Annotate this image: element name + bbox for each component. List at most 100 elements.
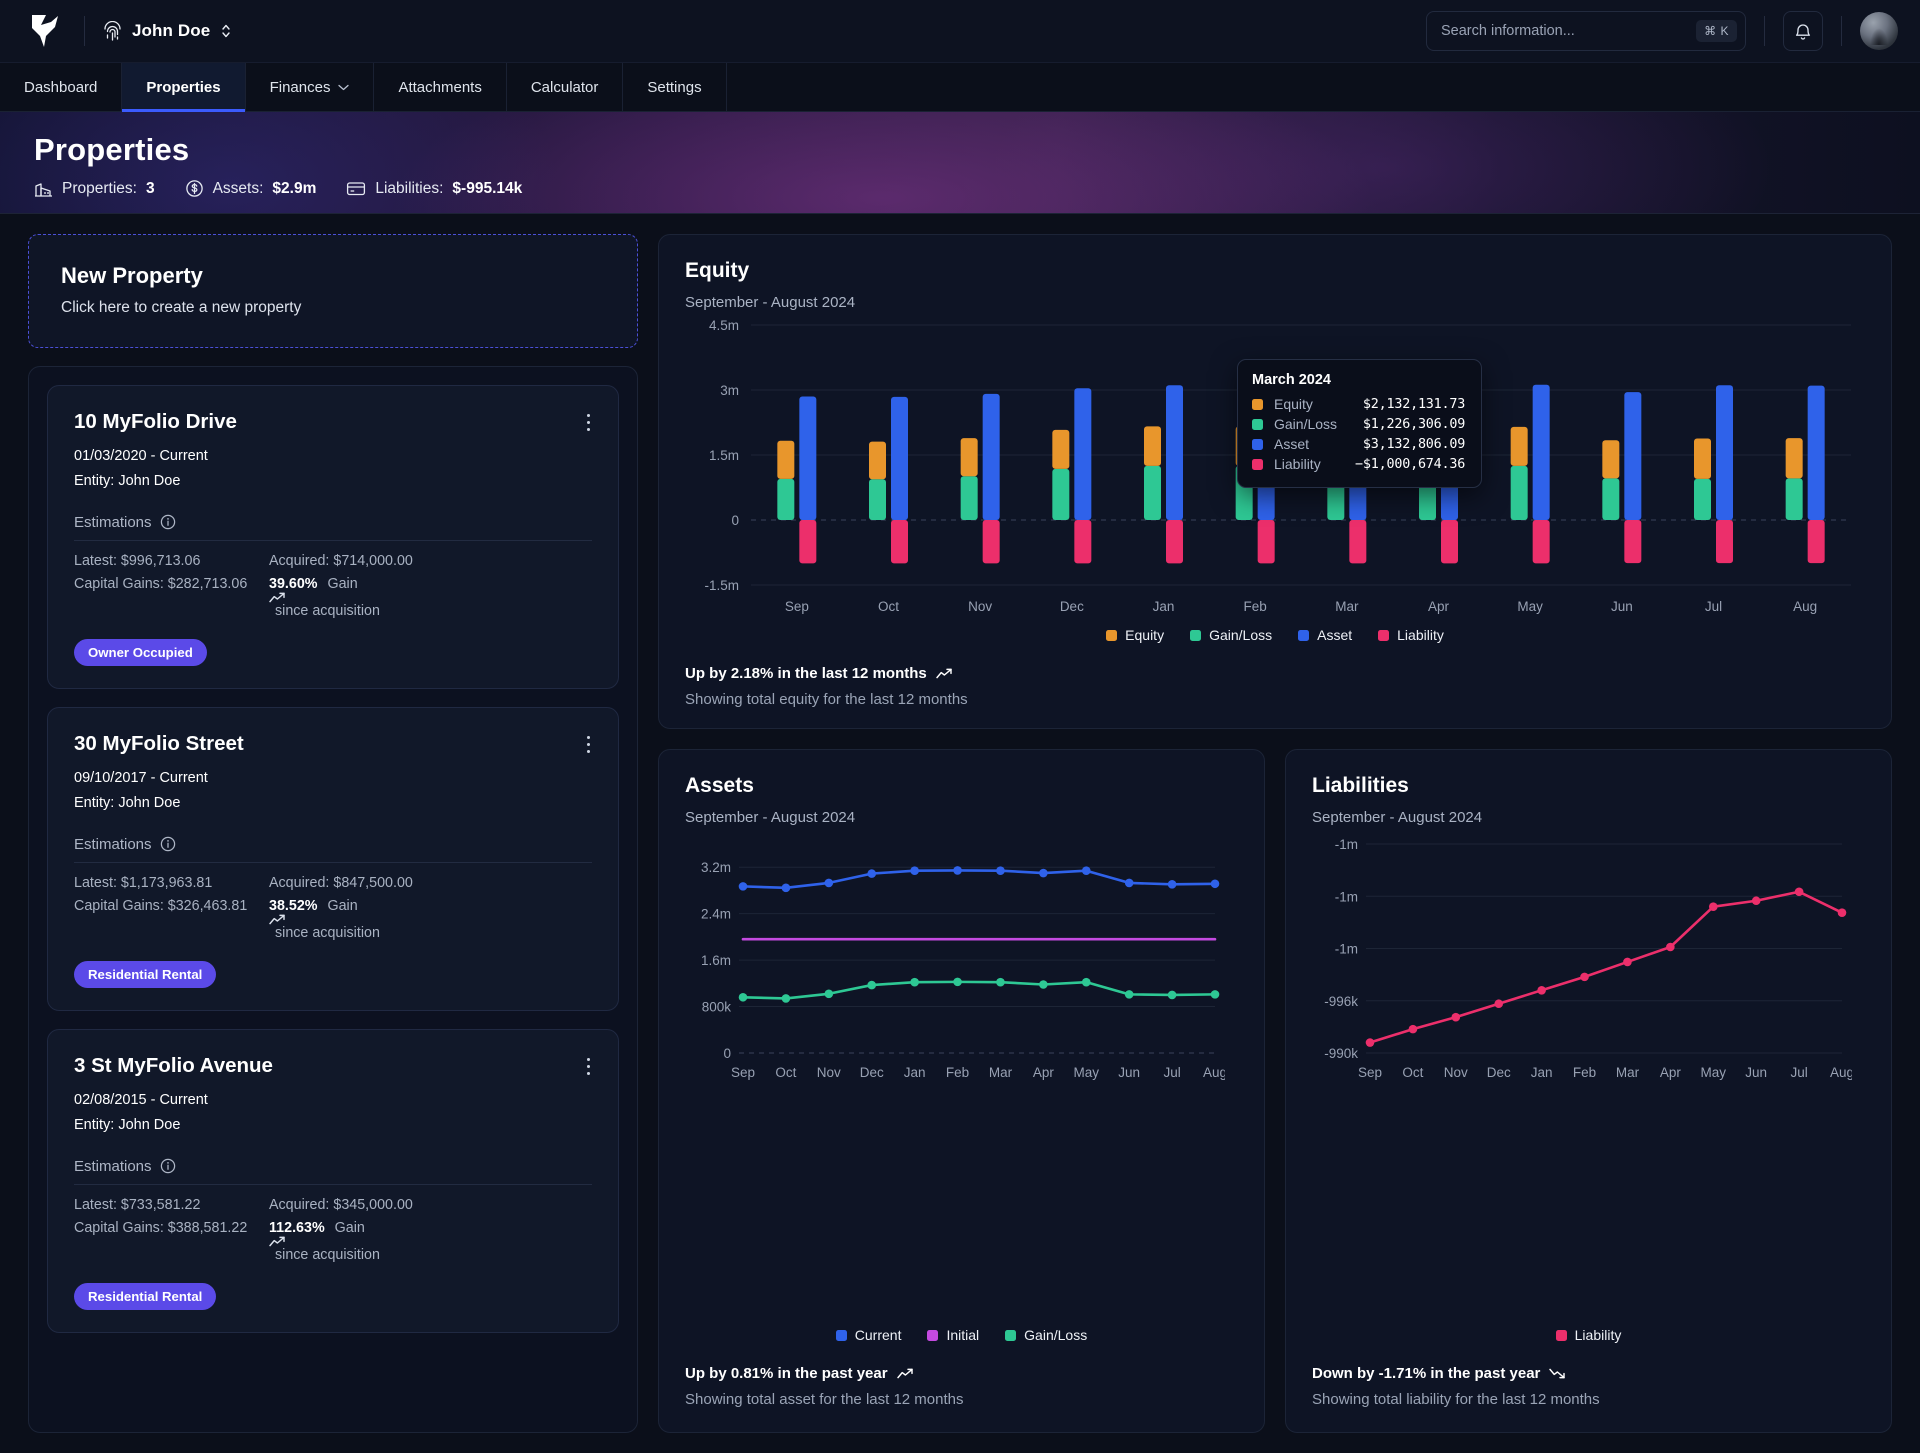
avatar[interactable] — [1860, 12, 1898, 50]
tab-attachments[interactable]: Attachments — [374, 63, 507, 111]
svg-text:Sep: Sep — [731, 1065, 755, 1080]
equity-footer-text: Up by 2.18% in the last 12 months — [685, 665, 927, 682]
property-meta: 02/08/2015 - Current Entity: John Doe — [74, 1088, 592, 1138]
tab-dashboard[interactable]: Dashboard — [0, 63, 123, 111]
liabilities-line-chart[interactable]: -990k -996k -1m -1m -1m Sep Oct Nov Dec Jan Feb Mar… — [1312, 832, 1852, 1087]
tab-calculator[interactable]: Calculator — [507, 63, 624, 111]
status-badge: Owner Occupied — [74, 638, 207, 666]
new-property-card[interactable]: New Property Click here to create a new … — [28, 234, 638, 348]
gain-word: Gain — [334, 1219, 365, 1236]
svg-text:-996k: -996k — [1324, 994, 1358, 1009]
tab-label: Calculator — [530, 78, 599, 96]
estimations-grid: Latest: $996,713.06 Acquired: $714,000.0… — [74, 553, 592, 619]
liabilities-card: Liabilities September - August 2024 -990… — [1285, 749, 1892, 1433]
legend-item-gainloss[interactable]: Gain/Loss — [1005, 1327, 1087, 1343]
svg-text:Jul: Jul — [1705, 599, 1722, 614]
svg-text:Sep: Sep — [1358, 1065, 1382, 1080]
legend-swatch-asset — [1298, 629, 1310, 641]
trend-down-icon — [1549, 1368, 1566, 1379]
tab-label: Attachments — [398, 78, 482, 96]
property-menu-button[interactable] — [581, 1054, 596, 1079]
svg-text:Mar: Mar — [989, 1065, 1013, 1080]
info-icon[interactable] — [160, 514, 176, 530]
tab-label: Settings — [647, 78, 702, 96]
tab-properties[interactable]: Properties — [122, 63, 246, 112]
gain-percent: 39.60% — [269, 575, 318, 592]
bell-icon — [1794, 22, 1812, 41]
divider — [1764, 16, 1765, 46]
tab-settings[interactable]: Settings — [623, 63, 727, 111]
assets-line-chart[interactable]: 0 800k 1.6m 2.4m 3.2m Sep Oct Nov Dec Jan Feb Mar Ap… — [685, 832, 1225, 1087]
stat-value: 3 — [145, 179, 155, 197]
gain-word: Gain — [327, 575, 358, 592]
stat-value: $-995.14k — [452, 179, 523, 197]
legend-item-equity[interactable]: Equity — [1106, 627, 1164, 643]
trend-up-icon — [269, 914, 592, 925]
fingerprint-icon — [103, 20, 122, 42]
svg-text:Dec: Dec — [1060, 599, 1084, 614]
acquired-value: Acquired: $847,500.00 — [269, 874, 413, 891]
legend-item-asset[interactable]: Asset — [1298, 627, 1352, 643]
search-input[interactable] — [1441, 23, 1697, 39]
property-period: 02/08/2015 - Current — [74, 1091, 208, 1108]
svg-text:Jul: Jul — [1163, 1065, 1180, 1080]
property-name: 3 St MyFolio Avenue — [74, 1053, 273, 1077]
tooltip-label: Equity — [1274, 396, 1313, 412]
divider — [74, 539, 592, 541]
legend-swatch-liability — [1252, 458, 1263, 470]
property-menu-button[interactable] — [581, 410, 596, 435]
chevron-updown-icon[interactable] — [220, 23, 232, 39]
notifications-button[interactable] — [1783, 11, 1823, 51]
legend-label: Equity — [1125, 627, 1165, 643]
nav-tabs: Dashboard Properties Finances Attachment… — [0, 63, 1920, 112]
legend-item-initial[interactable]: Initial — [927, 1327, 979, 1343]
info-icon[interactable] — [160, 1158, 176, 1174]
legend-item-current[interactable]: Current — [835, 1327, 901, 1343]
property-card[interactable]: 30 MyFolio Street 09/10/2017 - Current E… — [47, 706, 619, 1011]
gain-percent: 112.63% — [269, 1219, 325, 1236]
bird-logo-icon[interactable] — [22, 14, 66, 48]
legend-swatch-equity — [1106, 629, 1118, 641]
page-header: Properties Properties: 3 Assets: $2.9m L… — [0, 112, 1920, 214]
property-menu-button[interactable] — [581, 732, 596, 757]
tooltip-row: Liability −$1,000,674.36 — [1252, 454, 1465, 474]
legend-item-liability[interactable]: Liability — [1378, 627, 1444, 643]
property-entity: Entity: John Doe — [74, 794, 181, 811]
latest-value: Latest: $1,173,963.81 — [74, 874, 213, 891]
svg-text:Mar: Mar — [1335, 599, 1359, 614]
estimations-header: Estimations — [74, 514, 592, 531]
stat-value: $2.9m — [272, 179, 317, 197]
assets-footer-strong: Up by 0.81% in the past year — [685, 1365, 1238, 1382]
legend-label: Liability — [1574, 1327, 1622, 1343]
svg-text:Mar: Mar — [1616, 1065, 1640, 1080]
svg-text:-1.5m: -1.5m — [704, 578, 739, 593]
acquired-value: Acquired: $714,000.00 — [269, 552, 413, 569]
search-shortcut-badge: ⌘ K — [1696, 20, 1737, 42]
acquired-value: Acquired: $345,000.00 — [269, 1196, 413, 1213]
svg-text:Feb: Feb — [1573, 1065, 1596, 1080]
legend-swatch-liability — [1555, 1329, 1567, 1341]
svg-text:Feb: Feb — [946, 1065, 969, 1080]
search-box[interactable]: ⌘ K — [1426, 11, 1746, 51]
user-switcher[interactable]: John Doe — [103, 20, 232, 42]
tooltip-row: Equity $2,132,131.73 — [1252, 394, 1465, 414]
tooltip-value: $3,132,806.09 — [1362, 436, 1466, 452]
property-entity: Entity: John Doe — [74, 472, 181, 489]
legend-item-gainloss[interactable]: Gain/Loss — [1190, 627, 1272, 643]
svg-text:Dec: Dec — [860, 1065, 884, 1080]
legend-item-liability[interactable]: Liability — [1555, 1327, 1622, 1343]
property-card[interactable]: 3 St MyFolio Avenue 02/08/2015 - Current… — [47, 1028, 619, 1333]
svg-text:0: 0 — [731, 513, 739, 528]
property-card[interactable]: 10 MyFolio Drive 01/03/2020 - Current En… — [47, 385, 619, 689]
trend-up-icon — [896, 1368, 914, 1379]
assets-footer-sub: Showing total asset for the last 12 mont… — [685, 1391, 964, 1408]
card-icon — [346, 179, 366, 198]
estimations-label: Estimations — [74, 513, 152, 531]
stat-label: Properties: — [62, 179, 137, 197]
building-icon — [34, 179, 53, 198]
tab-label: Finances — [269, 78, 331, 96]
page-content: New Property Click here to create a new … — [0, 214, 1920, 1453]
property-meta: 09/10/2017 - Current Entity: John Doe — [74, 766, 592, 816]
info-icon[interactable] — [160, 836, 176, 852]
tab-finances[interactable]: Finances — [246, 63, 375, 111]
